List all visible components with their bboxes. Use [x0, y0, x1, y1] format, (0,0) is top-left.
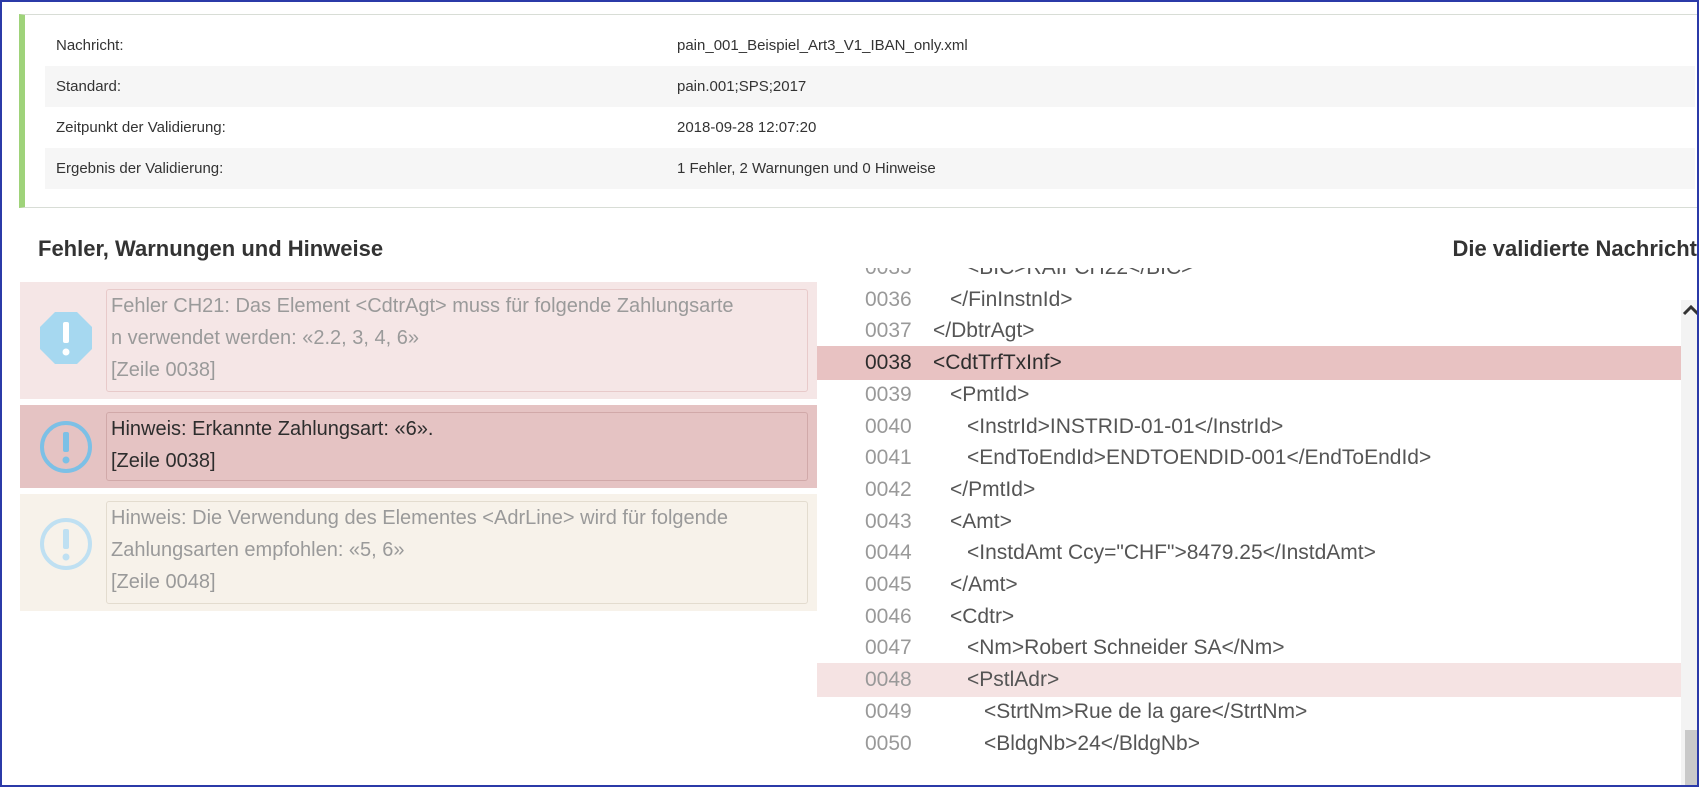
code-text: <BldgNb>24</BldgNb> [984, 731, 1200, 755]
code-viewer[interactable]: 0035<BIC>RAIFCH22</BIC>0036</FinInstnId>… [817, 268, 1681, 785]
line-number: 0045 [865, 573, 912, 596]
scroll-up-chevron-icon[interactable] [1681, 302, 1699, 318]
validated-message-heading: Die validierte Nachricht [1452, 236, 1697, 261]
error-octagon-icon [40, 312, 92, 364]
code-line: 0043 <Amt> [817, 505, 1681, 539]
summary-label: Nachricht: [56, 37, 124, 54]
summary-value: pain_001_Beispiel_Art3_V1_IBAN_only.xml [677, 37, 968, 54]
line-number: 0047 [865, 636, 912, 660]
summary-row-message: Nachricht: pain_001_Beispiel_Art3_V1_IBA… [45, 25, 1695, 66]
message-line: Hinweis: Erkannte Zahlungsart: «6». [111, 418, 434, 440]
code-line: 0036 </FinInstnId> [817, 283, 1681, 317]
code-line: 0048 <PstlAdr> [817, 663, 1681, 698]
code-line: 0050 <BldgNb>24</BldgNb> [817, 727, 1681, 761]
code-line: 0047 <Nm>Robert Schneider SA</Nm> [817, 631, 1681, 665]
line-number: 0044 [865, 541, 912, 565]
info-circle-icon [40, 518, 92, 570]
code-line: 0040 <InstrId>INSTRID-01-01</InstrId> [817, 410, 1681, 444]
code-line: 0041 <EndToEndId>ENDTOENDID-001</EndToEnd… [817, 441, 1681, 475]
code-line: 0045 </Amt> [817, 568, 1681, 602]
code-text: </FinInstnId> [950, 287, 1073, 311]
line-number: 0040 [865, 414, 912, 438]
messages-heading: Fehler, Warnungen und Hinweise [38, 236, 384, 261]
line-number: 0049 [865, 699, 912, 723]
code-text: <StrtNm>Rue de la gare</StrtNm> [984, 699, 1308, 723]
line-number: 0036 [865, 287, 912, 311]
summary-label: Standard: [56, 78, 122, 95]
summary-value: pain.001;SPS;2017 [677, 78, 807, 95]
code-line: 0038 <CdtTrfTxInf> [817, 346, 1681, 381]
scrollbar-track[interactable] [1681, 300, 1697, 785]
code-text: <Amt> [950, 509, 1012, 533]
code-text: <Cdtr> [950, 604, 1015, 628]
code-line: 0042 </PmtId> [817, 473, 1681, 507]
code-text: <PmtId> [950, 382, 1030, 406]
code-line: 0039 <PmtId> [817, 378, 1681, 412]
line-number: 0042 [865, 477, 912, 501]
code-line: 0044 <InstdAmt Ccy="CHF">8479.25</InstdAm… [817, 536, 1681, 570]
code-text: </Amt> [950, 573, 1018, 596]
message-text: Fehler CH21: Das Element <CdtrAgt> muss … [106, 289, 808, 392]
code-text: <PstlAdr> [967, 668, 1060, 692]
summary-label: Ergebnis der Validierung: [56, 160, 224, 177]
message-text: Hinweis: Erkannte Zahlungsart: «6». [Zei… [106, 412, 808, 481]
summary-row-result: Ergebnis der Validierung: 1 Fehler, 2 Wa… [45, 148, 1695, 189]
message-item-hint[interactable]: Hinweis: Die Verwendung des Elementes <A… [20, 494, 817, 611]
code-text: <Nm>Robert Schneider SA</Nm> [967, 636, 1285, 660]
message-text: Hinweis: Die Verwendung des Elementes <A… [106, 501, 808, 604]
info-circle-icon [40, 421, 92, 473]
message-line: n verwendet werden: «2.2, 3, 4, 6» [111, 327, 419, 349]
message-line-ref[interactable]: [Zeile 0038] [111, 354, 803, 386]
line-number: 0041 [865, 446, 912, 470]
line-number: 0043 [865, 509, 912, 533]
validation-summary: Nachricht: pain_001_Beispiel_Art3_V1_IBA… [19, 14, 1697, 208]
line-number: 0037 [865, 319, 912, 343]
message-line-ref[interactable]: [Zeile 0038] [111, 445, 803, 477]
app-frame: Nachricht: pain_001_Beispiel_Art3_V1_IBA… [0, 0, 1699, 787]
line-number: 0038 [865, 351, 912, 375]
message-item-error[interactable]: Fehler CH21: Das Element <CdtrAgt> muss … [20, 282, 817, 399]
code-text: </DbtrAgt> [933, 319, 1035, 343]
summary-row-standard: Standard: pain.001;SPS;2017 [45, 66, 1695, 107]
scrollbar-thumb[interactable] [1685, 730, 1697, 785]
code-text: <CdtTrfTxInf> [933, 351, 1062, 375]
code-line: 0049 <StrtNm>Rue de la gare</StrtNm> [817, 695, 1681, 729]
line-number: 0039 [865, 382, 912, 406]
code-line: 0037 </DbtrAgt> [817, 314, 1681, 348]
line-number: 0050 [865, 731, 912, 755]
message-line-ref[interactable]: [Zeile 0048] [111, 566, 803, 598]
code-text: <InstrId>INSTRID-01-01</InstrId> [967, 414, 1284, 438]
message-line: Fehler CH21: Das Element <CdtrAgt> muss … [111, 295, 734, 317]
code-text: <InstdAmt Ccy="CHF">8479.25</InstdAmt> [967, 541, 1376, 565]
line-number: 0046 [865, 604, 912, 628]
code-text: <EndToEndId>ENDTOENDID-001</EndToEndId> [967, 446, 1432, 470]
line-number: 0048 [865, 668, 912, 692]
code-line: 0046 <Cdtr> [817, 600, 1681, 634]
summary-row-timestamp: Zeitpunkt der Validierung: 2018-09-28 12… [45, 107, 1695, 148]
code-text: </PmtId> [950, 477, 1036, 501]
summary-value: 2018-09-28 12:07:20 [677, 119, 817, 136]
summary-label: Zeitpunkt der Validierung: [56, 119, 226, 136]
message-line: Zahlungsarten empfohlen: «5, 6» [111, 539, 405, 561]
message-item-hint-selected[interactable]: Hinweis: Erkannte Zahlungsart: «6». [Zei… [20, 405, 817, 488]
message-line: Hinweis: Die Verwendung des Elementes <A… [111, 507, 729, 529]
summary-value: 1 Fehler, 2 Warnungen und 0 Hinweise [677, 160, 936, 177]
